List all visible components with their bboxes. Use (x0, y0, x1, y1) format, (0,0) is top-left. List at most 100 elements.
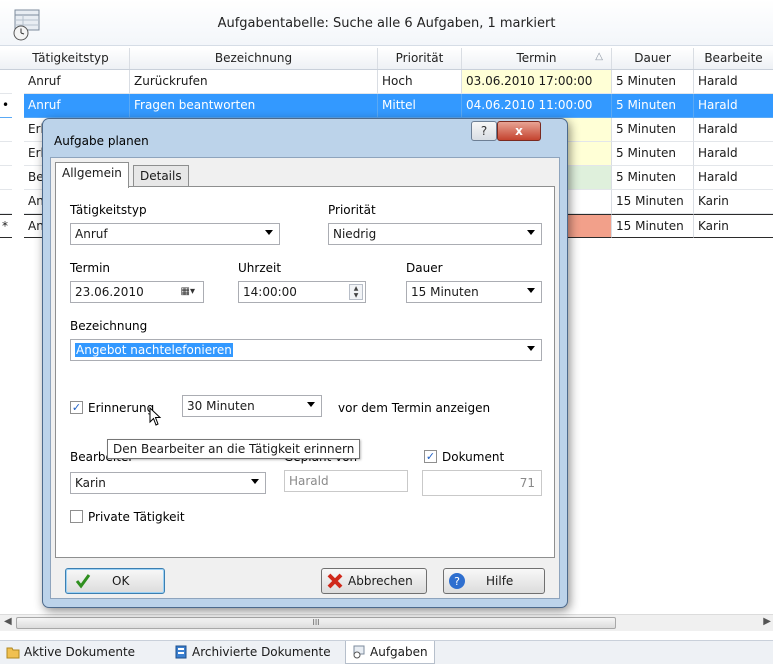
window-title-bar: Aufgabentabelle: Suche alle 6 Aufgaben, … (0, 0, 773, 46)
scroll-left-icon[interactable]: ◀ (4, 616, 12, 627)
erinnerung-select[interactable]: 30 Minuten (182, 395, 322, 417)
tab-aktive-dokumente[interactable]: Aktive Dokumente (0, 641, 141, 664)
column-header-termin[interactable]: Termin △ (462, 48, 612, 69)
row-marker (0, 142, 12, 166)
cell-prioritaet: Mittel (378, 94, 462, 118)
cell-dauer: 15 Minuten (612, 190, 694, 214)
chevron-down-icon (527, 230, 535, 235)
time-spinner-icon[interactable]: ▲ ▼ (349, 284, 363, 300)
dokument-checkbox[interactable]: ✓ (424, 450, 437, 463)
erinnerung-tooltip: Den Bearbeiter an die Tätigkeit erinnern (107, 439, 361, 459)
column-header-bearbeiter[interactable]: Bearbeite (694, 48, 773, 69)
task-icon (353, 645, 365, 659)
ok-label: OK (112, 574, 130, 588)
geplant-von-value: Harald (289, 474, 329, 488)
row-marker (0, 166, 12, 190)
cell-bearbeiter: Harald (694, 118, 773, 142)
taetigkeitstyp-select[interactable]: Anruf (70, 223, 280, 245)
bezeichnung-label: Bezeichnung (70, 319, 148, 333)
chevron-down-icon (307, 402, 315, 407)
private-label: Private Tätigkeit (88, 510, 185, 524)
tab-allgemein[interactable]: Allgemein (55, 162, 129, 188)
archive-icon (175, 645, 187, 659)
bezeichnung-combo[interactable]: Angebot nachtelefonieren (70, 339, 542, 361)
chevron-down-icon (265, 230, 273, 235)
bearbeiter-select[interactable]: Karin (70, 472, 266, 494)
erinnerung-checkbox[interactable]: ✓ (70, 401, 83, 414)
dauer-value: 15 Minuten (411, 285, 479, 299)
column-header-bezeichnung[interactable]: Bezeichnung (130, 48, 378, 69)
table-row[interactable]: Anruf Zurückrufen Hoch 03.06.2010 17:00:… (0, 70, 773, 94)
prioritaet-select[interactable]: Niedrig (328, 223, 542, 245)
erinnerung-suffix: vor dem Termin anzeigen (338, 401, 491, 415)
bezeichnung-value: Angebot nachtelefonieren (75, 343, 233, 357)
cell-prioritaet: Hoch (378, 70, 462, 94)
row-marker (0, 190, 12, 214)
row-marker: * (0, 214, 12, 238)
calendar-icon[interactable]: ▦▾ (181, 286, 195, 297)
cell-bearbeiter: Karin (694, 214, 773, 238)
folder-icon (6, 647, 20, 659)
tab-details[interactable]: Details (133, 165, 189, 187)
tab-label: Archivierte Dokumente (192, 645, 331, 659)
abbrechen-button[interactable]: Abbrechen (321, 568, 427, 594)
scroll-right-icon[interactable]: ▶ (763, 616, 771, 627)
taetigkeitstyp-value: Anruf (75, 227, 108, 241)
dauer-select[interactable]: 15 Minuten (406, 281, 542, 303)
private-checkbox[interactable] (70, 510, 83, 523)
ok-button[interactable]: OK (65, 568, 165, 594)
cell-taetigkeitstyp: Anruf (24, 70, 130, 94)
hilfe-button[interactable]: ? Hilfe (443, 568, 545, 594)
cell-bearbeiter: Karin (694, 190, 773, 214)
column-header-prioritaet[interactable]: Priorität (378, 48, 462, 69)
mouse-pointer-icon (149, 407, 162, 426)
cell-dauer: 15 Minuten (612, 214, 694, 238)
tab-aufgaben[interactable]: Aufgaben (345, 641, 435, 664)
dialog-close-button[interactable]: x (497, 121, 541, 141)
cell-bearbeiter: Harald (694, 166, 773, 190)
cell-dauer: 5 Minuten (612, 166, 694, 190)
row-marker: • (0, 94, 12, 118)
cancel-x-icon (327, 573, 343, 589)
uhrzeit-field[interactable]: 14:00:00 ▲ ▼ (238, 281, 366, 303)
dialog-title: Aufgabe planen (54, 134, 149, 148)
column-header-dauer[interactable]: Dauer (612, 48, 694, 69)
row-marker (0, 118, 12, 142)
separator (70, 432, 540, 433)
termin-date-field[interactable]: 23.06.2010 ▦▾ (70, 281, 204, 303)
table-row-selected[interactable]: • Anruf Fragen beantworten Mittel 04.06.… (0, 94, 773, 118)
scrollbar-thumb[interactable]: III (16, 617, 616, 629)
dauer-label: Dauer (406, 261, 443, 275)
abbrechen-label: Abbrechen (348, 574, 413, 588)
dokument-label: Dokument (442, 450, 505, 464)
column-header-termin-label: Termin (516, 51, 557, 65)
svg-text:?: ? (454, 575, 460, 588)
hilfe-label: Hilfe (486, 574, 514, 588)
horizontal-scrollbar[interactable]: ◀ III ▶ (0, 614, 773, 631)
help-icon: ? (449, 573, 465, 589)
bearbeiter-value: Karin (75, 476, 106, 490)
tab-archivierte-dokumente[interactable]: Archivierte Dokumente (168, 641, 337, 664)
dokument-number-field: 71 (422, 470, 542, 496)
erinnerung-label: Erinnerung (88, 401, 155, 415)
prioritaet-value: Niedrig (333, 227, 377, 241)
cell-bearbeiter: Harald (694, 70, 773, 94)
separator (70, 375, 540, 376)
cell-dauer: 5 Minuten (612, 70, 694, 94)
aufgabe-planen-dialog: Aufgabe planen ? x Allgemein Details Tät… (42, 118, 568, 608)
prioritaet-label: Priorität (328, 203, 376, 217)
geplant-von-field: Harald (284, 470, 408, 492)
cell-dauer: 5 Minuten (612, 142, 694, 166)
cell-dauer: 5 Minuten (612, 94, 694, 118)
cell-bearbeiter: Harald (694, 142, 773, 166)
dialog-help-button[interactable]: ? (471, 121, 497, 141)
erinnerung-value: 30 Minuten (187, 399, 255, 413)
uhrzeit-value: 14:00:00 (243, 285, 297, 299)
cell-bezeichnung: Fragen beantworten (130, 94, 378, 118)
cell-taetigkeitstyp: Anruf (24, 94, 130, 118)
tab-label: Aktive Dokumente (24, 645, 136, 659)
sort-ascending-icon: △ (595, 51, 603, 62)
cell-dauer: 5 Minuten (612, 118, 694, 142)
tab-label: Aufgaben (370, 645, 428, 659)
column-header-taetigkeitstyp[interactable]: Tätigkeitstyp (12, 48, 130, 69)
